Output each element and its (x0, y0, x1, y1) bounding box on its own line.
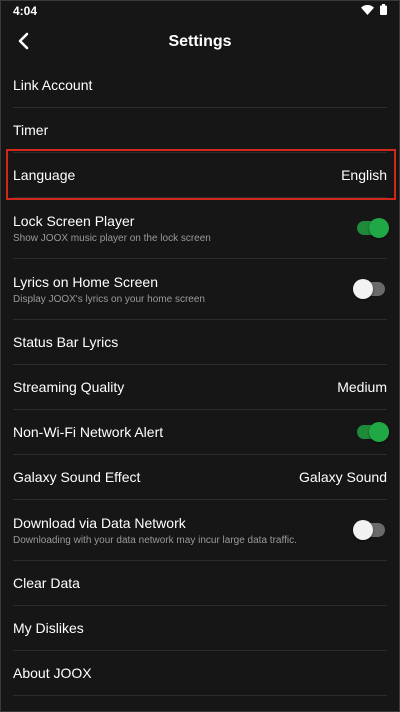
status-icons (361, 4, 387, 18)
settings-item-status-bar-lyrics[interactable]: Status Bar Lyrics (13, 320, 387, 365)
wifi-icon (361, 4, 374, 18)
item-description: Display JOOX's lyrics on your home scree… (13, 293, 205, 305)
settings-item-about-joox[interactable]: About JOOX (13, 651, 387, 696)
settings-item-lock-screen-player[interactable]: Lock Screen Player Show JOOX music playe… (13, 198, 389, 259)
item-label: Streaming Quality (13, 379, 125, 395)
item-label: Non-Wi-Fi Network Alert (13, 424, 164, 440)
item-label: Lock Screen Player (13, 212, 135, 229)
chevron-left-icon[interactable] (9, 27, 37, 55)
lock-screen-player-toggle[interactable] (357, 218, 389, 238)
item-label: Link Account (13, 77, 93, 93)
item-description: Show JOOX music player on the lock scree… (13, 232, 211, 244)
item-label: Galaxy Sound Effect (13, 469, 141, 485)
item-label: Clear Data (13, 575, 80, 591)
download-data-network-toggle[interactable] (353, 520, 385, 540)
status-bar: 4:04 (1, 1, 399, 21)
item-value: Galaxy Sound (299, 469, 387, 485)
toggle-knob (353, 520, 373, 540)
settings-item-timer[interactable]: Timer (13, 108, 387, 153)
settings-item-streaming-quality[interactable]: Streaming Quality Medium (13, 365, 387, 410)
item-label: Language (13, 167, 76, 183)
settings-item-download-data-network[interactable]: Download via Data Network Downloading wi… (13, 500, 387, 561)
settings-item-galaxy-sound-effect[interactable]: Galaxy Sound Effect Galaxy Sound (13, 455, 387, 500)
settings-item-non-wifi-alert[interactable]: Non-Wi-Fi Network Alert (13, 410, 389, 455)
settings-item-link-account[interactable]: Link Account (13, 63, 387, 108)
battery-icon (380, 4, 387, 18)
status-time: 4:04 (13, 4, 38, 18)
item-value: Medium (337, 379, 387, 395)
item-label: My Dislikes (13, 620, 84, 636)
item-label: Lyrics on Home Screen (13, 273, 158, 290)
settings-screen: 4:04 Settings Link Account Timer Languag… (0, 0, 400, 712)
item-label: About JOOX (13, 665, 92, 681)
settings-item-lyrics-home-screen[interactable]: Lyrics on Home Screen Display JOOX's lyr… (13, 259, 387, 320)
toggle-knob (369, 422, 389, 442)
non-wifi-alert-toggle[interactable] (357, 422, 389, 442)
settings-item-clear-data[interactable]: Clear Data (13, 561, 387, 606)
lyrics-home-screen-toggle[interactable] (353, 279, 385, 299)
settings-item-my-dislikes[interactable]: My Dislikes (13, 606, 387, 651)
item-label: Download via Data Network (13, 514, 186, 531)
settings-list: Link Account Timer Language English Lock… (1, 63, 399, 696)
toggle-knob (353, 279, 373, 299)
settings-item-language[interactable]: Language English (13, 153, 387, 198)
item-label: Status Bar Lyrics (13, 334, 119, 350)
toggle-knob (369, 218, 389, 238)
header: Settings (1, 21, 399, 63)
item-value: English (341, 167, 387, 183)
page-title: Settings (168, 33, 232, 50)
item-description: Downloading with your data network may i… (13, 534, 297, 546)
item-label: Timer (13, 122, 49, 138)
